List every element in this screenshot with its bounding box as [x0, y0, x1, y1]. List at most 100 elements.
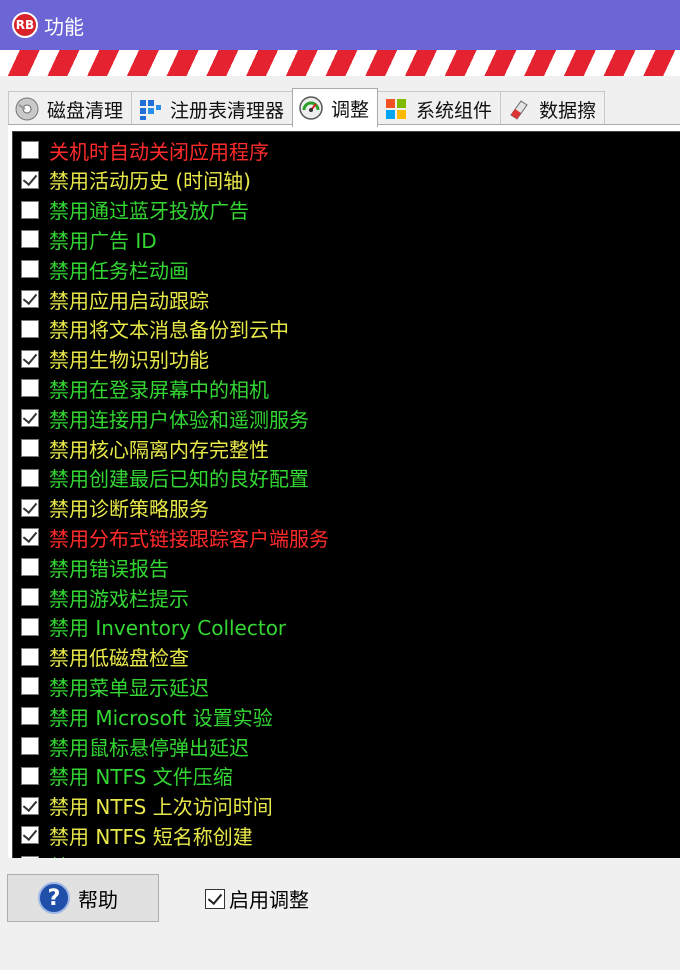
tweak-label: 禁用应用启动跟踪: [49, 288, 209, 313]
title-bar: RB 功能: [0, 0, 680, 50]
tab-bar: 磁盘清理 注册表清理器 调整 系统组件 数据擦: [8, 88, 680, 127]
tweak-checkbox[interactable]: [21, 230, 39, 249]
tweak-label: 禁用 NTFS 短名称创建: [49, 824, 253, 849]
tweak-checkbox[interactable]: [21, 558, 39, 577]
gauge-icon: [299, 96, 323, 120]
tab-label: 数据擦: [539, 99, 597, 122]
tweak-item[interactable]: 禁用 Inventory Collector: [13, 612, 673, 642]
tab-data-wipe[interactable]: 数据擦: [500, 91, 606, 126]
tweak-checkbox[interactable]: [21, 617, 39, 636]
tweak-item[interactable]: 禁用活动历史 (时间轴): [13, 165, 673, 195]
tweak-checkbox[interactable]: [21, 737, 39, 755]
tweak-checkbox[interactable]: [21, 200, 39, 219]
tweak-checkbox[interactable]: [21, 141, 39, 159]
tweak-label: 禁用低磁盘检查: [49, 646, 189, 671]
tweak-label: 禁用 Microsoft 设置实验: [49, 705, 273, 730]
tab-disk-cleanup[interactable]: 磁盘清理: [8, 91, 133, 126]
registry-icon: [138, 97, 162, 121]
tweak-item[interactable]: 禁用 NTFS 上次访问时间: [13, 791, 673, 821]
tweak-label: 禁用分布式链接跟踪客户端服务: [49, 526, 329, 551]
tweak-item[interactable]: 禁用生物识别功能: [13, 344, 673, 374]
tweak-item[interactable]: 禁用 Microsoft 设置实验: [13, 701, 673, 731]
tweak-label: 禁用任务栏动画: [49, 258, 189, 283]
tab-system-components[interactable]: 系统组件: [377, 91, 502, 126]
tweak-checkbox[interactable]: [21, 260, 39, 279]
window-title: 功能: [44, 14, 84, 39]
tweak-item[interactable]: 禁用任务栏动画: [13, 254, 673, 284]
tweak-label: 禁用核心隔离内存完整性: [49, 437, 269, 462]
tweak-checkbox[interactable]: [21, 647, 39, 666]
tweak-label: 禁用创建最后已知的良好配置: [49, 467, 309, 492]
tweak-item[interactable]: 禁用低磁盘检查: [13, 642, 673, 672]
tweak-label: 禁用 NTFS 文件压缩: [49, 765, 233, 790]
tweak-item[interactable]: 禁用通过蓝牙投放广告: [13, 195, 673, 225]
tweak-checkbox[interactable]: [21, 319, 39, 338]
tweak-label: 禁用广告 ID: [49, 228, 157, 253]
enable-tweaks-toggle[interactable]: 启用调整: [205, 884, 309, 913]
enable-tweaks-checkbox[interactable]: [205, 888, 225, 909]
tweak-checkbox[interactable]: [21, 677, 39, 696]
tweak-label: 禁用 NTFS 上次访问时间: [49, 795, 273, 820]
tweak-item[interactable]: 禁用核心隔离内存完整性: [13, 433, 673, 463]
eraser-icon: [507, 97, 531, 121]
tweak-item[interactable]: 禁用创建最后已知的良好配置: [13, 463, 673, 493]
windows-logo-icon: [384, 97, 408, 121]
tweak-label: 禁用连接用户体验和遥测服务: [49, 407, 309, 432]
enable-tweaks-label: 启用调整: [229, 888, 309, 912]
tweaks-panel: 关机时自动关闭应用程序 禁用活动历史 (时间轴) 禁用通过蓝牙投放广告 禁用广告 ID…: [8, 124, 680, 859]
tweak-label: 关机时自动关闭应用程序: [49, 139, 269, 164]
tweak-checkbox[interactable]: [21, 170, 39, 189]
tweak-item[interactable]: 禁用广告 ID: [13, 224, 673, 254]
tweak-item[interactable]: 禁用应用启动跟踪: [13, 284, 673, 314]
tweak-item[interactable]: 禁用将文本消息备份到云中: [13, 314, 673, 344]
tweak-checkbox[interactable]: [21, 588, 39, 606]
tweak-label: 禁用将文本消息备份到云中: [49, 318, 289, 343]
bottom-bar: ? 帮助 启用调整: [0, 858, 680, 938]
tab-label: 注册表清理器: [170, 99, 285, 122]
tweak-checkbox[interactable]: [21, 409, 39, 428]
disk-icon: [15, 97, 39, 121]
tweak-checkbox[interactable]: [21, 826, 39, 845]
tweak-checkbox[interactable]: [21, 290, 39, 308]
tweak-item[interactable]: 禁用分布式链接跟踪客户端服务: [13, 522, 673, 552]
tweak-item[interactable]: 禁用在登录屏幕中的相机: [13, 373, 673, 403]
tweak-label: 禁用活动历史 (时间轴): [49, 169, 251, 194]
tweak-item[interactable]: 禁用游戏栏提示: [13, 582, 673, 612]
tweak-checkbox[interactable]: [21, 766, 39, 785]
tweak-item[interactable]: 禁用连接用户体验和遥测服务: [13, 403, 673, 433]
tweak-item[interactable]: 禁用菜单显示延迟: [13, 671, 673, 701]
tweak-label: 禁用 Inventory Collector: [49, 616, 287, 641]
tweak-checkbox[interactable]: [21, 468, 39, 487]
tweak-label: 禁用鼠标悬停弹出延迟: [49, 735, 249, 760]
hazard-stripe-top: [0, 50, 680, 76]
tweak-label: 禁用诊断策略服务: [49, 497, 209, 522]
tab-registry-cleaner[interactable]: 注册表清理器: [131, 91, 294, 126]
tweak-label: 禁用通过蓝牙投放广告: [49, 199, 249, 224]
tweak-list[interactable]: 关机时自动关闭应用程序 禁用活动历史 (时间轴) 禁用通过蓝牙投放广告 禁用广告 ID…: [12, 131, 680, 859]
tweak-label: 禁用菜单显示延迟: [49, 675, 209, 700]
tab-label: 系统组件: [416, 99, 493, 122]
tweak-checkbox[interactable]: [21, 349, 39, 368]
tweak-item[interactable]: 禁用错误报告: [13, 552, 673, 582]
help-button-label: 帮助: [78, 887, 118, 912]
help-icon: ?: [38, 882, 70, 914]
tweak-label: 禁用游戏栏提示: [49, 586, 189, 611]
tweak-item[interactable]: 禁用 NTFS 文件压缩: [13, 761, 673, 791]
tweak-item[interactable]: 禁用鼠标悬停弹出延迟: [13, 731, 673, 761]
tweak-label: 禁用错误报告: [49, 556, 169, 581]
tweak-label: 禁用生物识别功能: [49, 348, 209, 373]
tab-tweaks[interactable]: 调整: [292, 88, 379, 127]
tweak-checkbox[interactable]: [21, 528, 39, 547]
tweak-checkbox[interactable]: [21, 498, 39, 517]
tweak-checkbox[interactable]: [21, 379, 39, 398]
tweak-checkbox[interactable]: [21, 796, 39, 815]
tab-label: 磁盘清理: [47, 99, 124, 122]
tweak-checkbox[interactable]: [21, 707, 39, 726]
tweak-item[interactable]: 禁用 NTFS 短名称创建: [13, 820, 673, 850]
tweak-item[interactable]: 关机时自动关闭应用程序: [13, 135, 673, 165]
app-logo-icon: RB: [12, 12, 38, 38]
hazard-stripe-bottom: [0, 938, 680, 970]
tweak-item[interactable]: 禁用诊断策略服务: [13, 493, 673, 523]
help-button[interactable]: ? 帮助: [7, 874, 159, 922]
tweak-checkbox[interactable]: [21, 439, 39, 457]
